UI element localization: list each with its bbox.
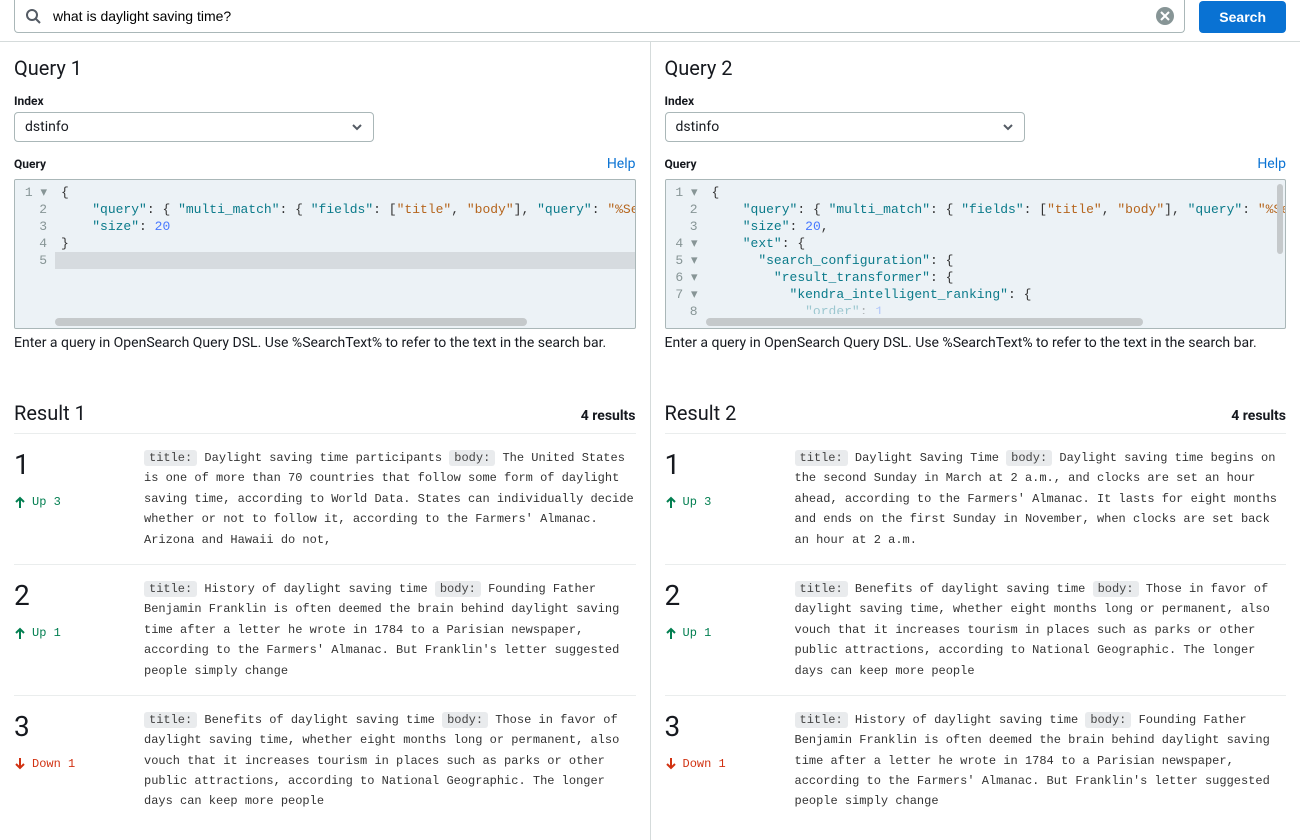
result-body: title: Daylight saving time participants…: [144, 448, 636, 550]
chevron-down-icon: [1002, 121, 1014, 133]
result-item: 1 Up 3 title: Daylight saving time parti…: [14, 433, 636, 564]
result-body: title: History of daylight saving time b…: [144, 579, 636, 681]
editor-code[interactable]: { "query": { "multi_match": { "fields": …: [55, 180, 635, 314]
panel-title: Query 1: [14, 56, 636, 80]
body-badge: body:: [1006, 450, 1052, 466]
result-body: title: Benefits of daylight saving time …: [795, 579, 1287, 681]
chevron-down-icon: [351, 121, 363, 133]
clear-search-button[interactable]: [1156, 7, 1174, 25]
result-rank: 3: [14, 710, 124, 743]
title-badge: title:: [795, 450, 848, 466]
query-editor[interactable]: 1 ▾2345 { "query": { "multi_match": { "f…: [14, 179, 636, 329]
result-rank: 2: [665, 579, 775, 612]
close-icon: [1160, 11, 1170, 21]
result-body: title: Benefits of daylight saving time …: [144, 710, 636, 812]
help-link[interactable]: Help: [607, 156, 636, 172]
result-rank: 1: [665, 448, 775, 481]
help-link[interactable]: Help: [1257, 156, 1286, 172]
rank-change: Up 1: [14, 626, 124, 640]
result-item: 1 Up 3 title: Daylight Saving Time body:…: [665, 433, 1287, 564]
editor-gutter: 1 ▾234 ▾5 ▾6 ▾7 ▾8: [666, 180, 706, 328]
search-icon: [25, 8, 41, 24]
rank-change-text: Up 3: [683, 495, 712, 509]
result-title: Result 1: [14, 401, 86, 425]
title-badge: title:: [795, 581, 848, 597]
index-select[interactable]: dstinfo: [665, 112, 1025, 142]
body-badge: body:: [435, 581, 481, 597]
top-bar: Search: [0, 0, 1300, 41]
index-label: Index: [14, 94, 636, 108]
result-title: Result 2: [665, 401, 737, 425]
index-value: dstinfo: [25, 119, 69, 135]
rank-change: Down 1: [14, 757, 124, 771]
body-badge: body:: [442, 712, 488, 728]
result-item: 3 Down 1 title: History of daylight savi…: [665, 695, 1287, 826]
rank-change-text: Up 1: [32, 626, 61, 640]
panel-title: Query 2: [665, 56, 1287, 80]
arrow-up-icon: [14, 496, 26, 508]
rank-change: Down 1: [665, 757, 775, 771]
result-count: 4 results: [581, 408, 636, 424]
title-badge: title:: [795, 712, 848, 728]
query-label: Query: [665, 157, 697, 171]
result-body: title: Daylight Saving Time body: Daylig…: [795, 448, 1287, 550]
body-badge: body:: [449, 450, 495, 466]
index-value: dstinfo: [676, 119, 720, 135]
arrow-up-icon: [14, 627, 26, 639]
rank-change: Up 1: [665, 626, 775, 640]
vertical-scrollbar[interactable]: [1277, 184, 1283, 254]
arrow-down-icon: [14, 758, 26, 770]
editor-code[interactable]: { "query": { "multi_match": { "fields": …: [706, 180, 1286, 314]
search-button[interactable]: Search: [1199, 1, 1286, 33]
result-rank: 2: [14, 579, 124, 612]
rank-change-text: Up 1: [683, 626, 712, 640]
body-badge: body:: [1085, 712, 1131, 728]
result-body: title: History of daylight saving time b…: [795, 710, 1287, 812]
result-panel: Result 2 4 results 1 Up 3 title: Dayligh…: [650, 365, 1300, 840]
search-input[interactable]: [49, 4, 1156, 28]
editor-gutter: 1 ▾2345: [15, 180, 55, 328]
rank-change-text: Up 3: [32, 495, 61, 509]
arrow-up-icon: [665, 496, 677, 508]
query-hint: Enter a query in OpenSearch Query DSL. U…: [665, 335, 1287, 351]
rank-change: Up 3: [14, 495, 124, 509]
query-panels: Query 1 Index dstinfo Query Help 1 ▾2345…: [0, 42, 1300, 365]
title-badge: title:: [144, 450, 197, 466]
rank-change-text: Down 1: [683, 757, 726, 771]
result-count: 4 results: [1231, 408, 1286, 424]
arrow-up-icon: [665, 627, 677, 639]
query-panel: Query 2 Index dstinfo Query Help 1 ▾234 …: [650, 42, 1300, 365]
horizontal-scrollbar[interactable]: [706, 318, 1282, 326]
title-badge: title:: [144, 581, 197, 597]
index-select[interactable]: dstinfo: [14, 112, 374, 142]
result-rank: 3: [665, 710, 775, 743]
result-item: 2 Up 1 title: Benefits of daylight savin…: [665, 564, 1287, 695]
query-editor[interactable]: 1 ▾234 ▾5 ▾6 ▾7 ▾8 { "query": { "multi_m…: [665, 179, 1287, 329]
query-label: Query: [14, 157, 46, 171]
body-badge: body:: [1093, 581, 1139, 597]
title-badge: title:: [144, 712, 197, 728]
rank-change: Up 3: [665, 495, 775, 509]
result-item: 3 Down 1 title: Benefits of daylight sav…: [14, 695, 636, 826]
result-panels: Result 1 4 results 1 Up 3 title: Dayligh…: [0, 365, 1300, 840]
rank-change-text: Down 1: [32, 757, 75, 771]
result-panel: Result 1 4 results 1 Up 3 title: Dayligh…: [0, 365, 650, 840]
horizontal-scrollbar[interactable]: [55, 318, 631, 326]
result-rank: 1: [14, 448, 124, 481]
query-hint: Enter a query in OpenSearch Query DSL. U…: [14, 335, 636, 351]
search-field-wrap[interactable]: [14, 0, 1185, 33]
index-label: Index: [665, 94, 1287, 108]
query-panel: Query 1 Index dstinfo Query Help 1 ▾2345…: [0, 42, 650, 365]
arrow-down-icon: [665, 758, 677, 770]
result-item: 2 Up 1 title: History of daylight saving…: [14, 564, 636, 695]
